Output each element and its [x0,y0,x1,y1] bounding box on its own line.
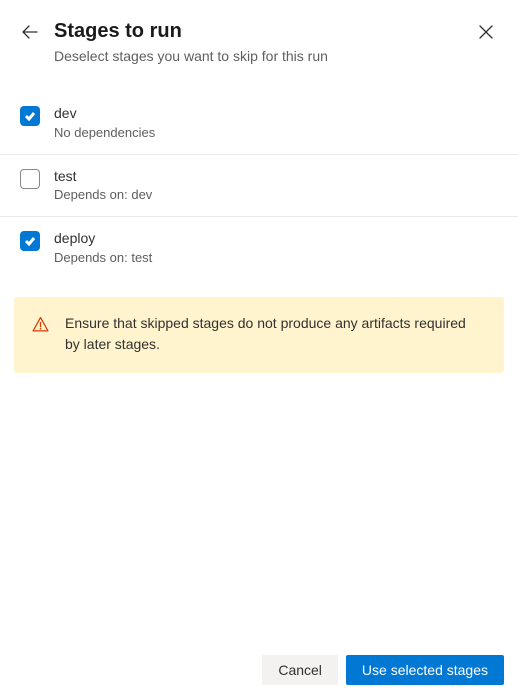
checkmark-icon [24,235,36,247]
close-icon [478,24,494,40]
dialog-header: Stages to run Deselect stages you want t… [0,0,518,74]
checkbox-test[interactable] [20,169,40,189]
warning-icon [32,316,49,336]
stage-row-test[interactable]: test Depends on: dev [0,155,518,218]
stage-row-deploy[interactable]: deploy Depends on: test [0,217,518,279]
back-arrow-icon [22,24,38,40]
checkbox-dev[interactable] [20,106,40,126]
stage-dependencies: Depends on: test [54,250,152,265]
close-button[interactable] [474,20,498,44]
dialog-footer: Cancel Use selected stages [0,641,518,699]
stage-text: deploy Depends on: test [54,229,152,265]
dialog-subtitle: Deselect stages you want to skip for thi… [54,48,460,64]
header-titles: Stages to run Deselect stages you want t… [54,18,460,64]
stage-name: test [54,167,152,187]
stage-text: test Depends on: dev [54,167,152,203]
stage-text: dev No dependencies [54,104,155,140]
cancel-button[interactable]: Cancel [262,655,338,685]
stage-dependencies: No dependencies [54,125,155,140]
stage-list: dev No dependencies test Depends on: dev… [0,92,518,279]
checkbox-deploy[interactable] [20,231,40,251]
stage-dependencies: Depends on: dev [54,187,152,202]
back-button[interactable] [20,20,40,44]
warning-text: Ensure that skipped stages do not produc… [65,313,484,355]
stage-name: dev [54,104,155,124]
warning-banner: Ensure that skipped stages do not produc… [14,297,504,373]
dialog-title: Stages to run [54,18,460,44]
checkmark-icon [24,110,36,122]
use-selected-stages-button[interactable]: Use selected stages [346,655,504,685]
stage-name: deploy [54,229,152,249]
stage-row-dev[interactable]: dev No dependencies [0,92,518,155]
